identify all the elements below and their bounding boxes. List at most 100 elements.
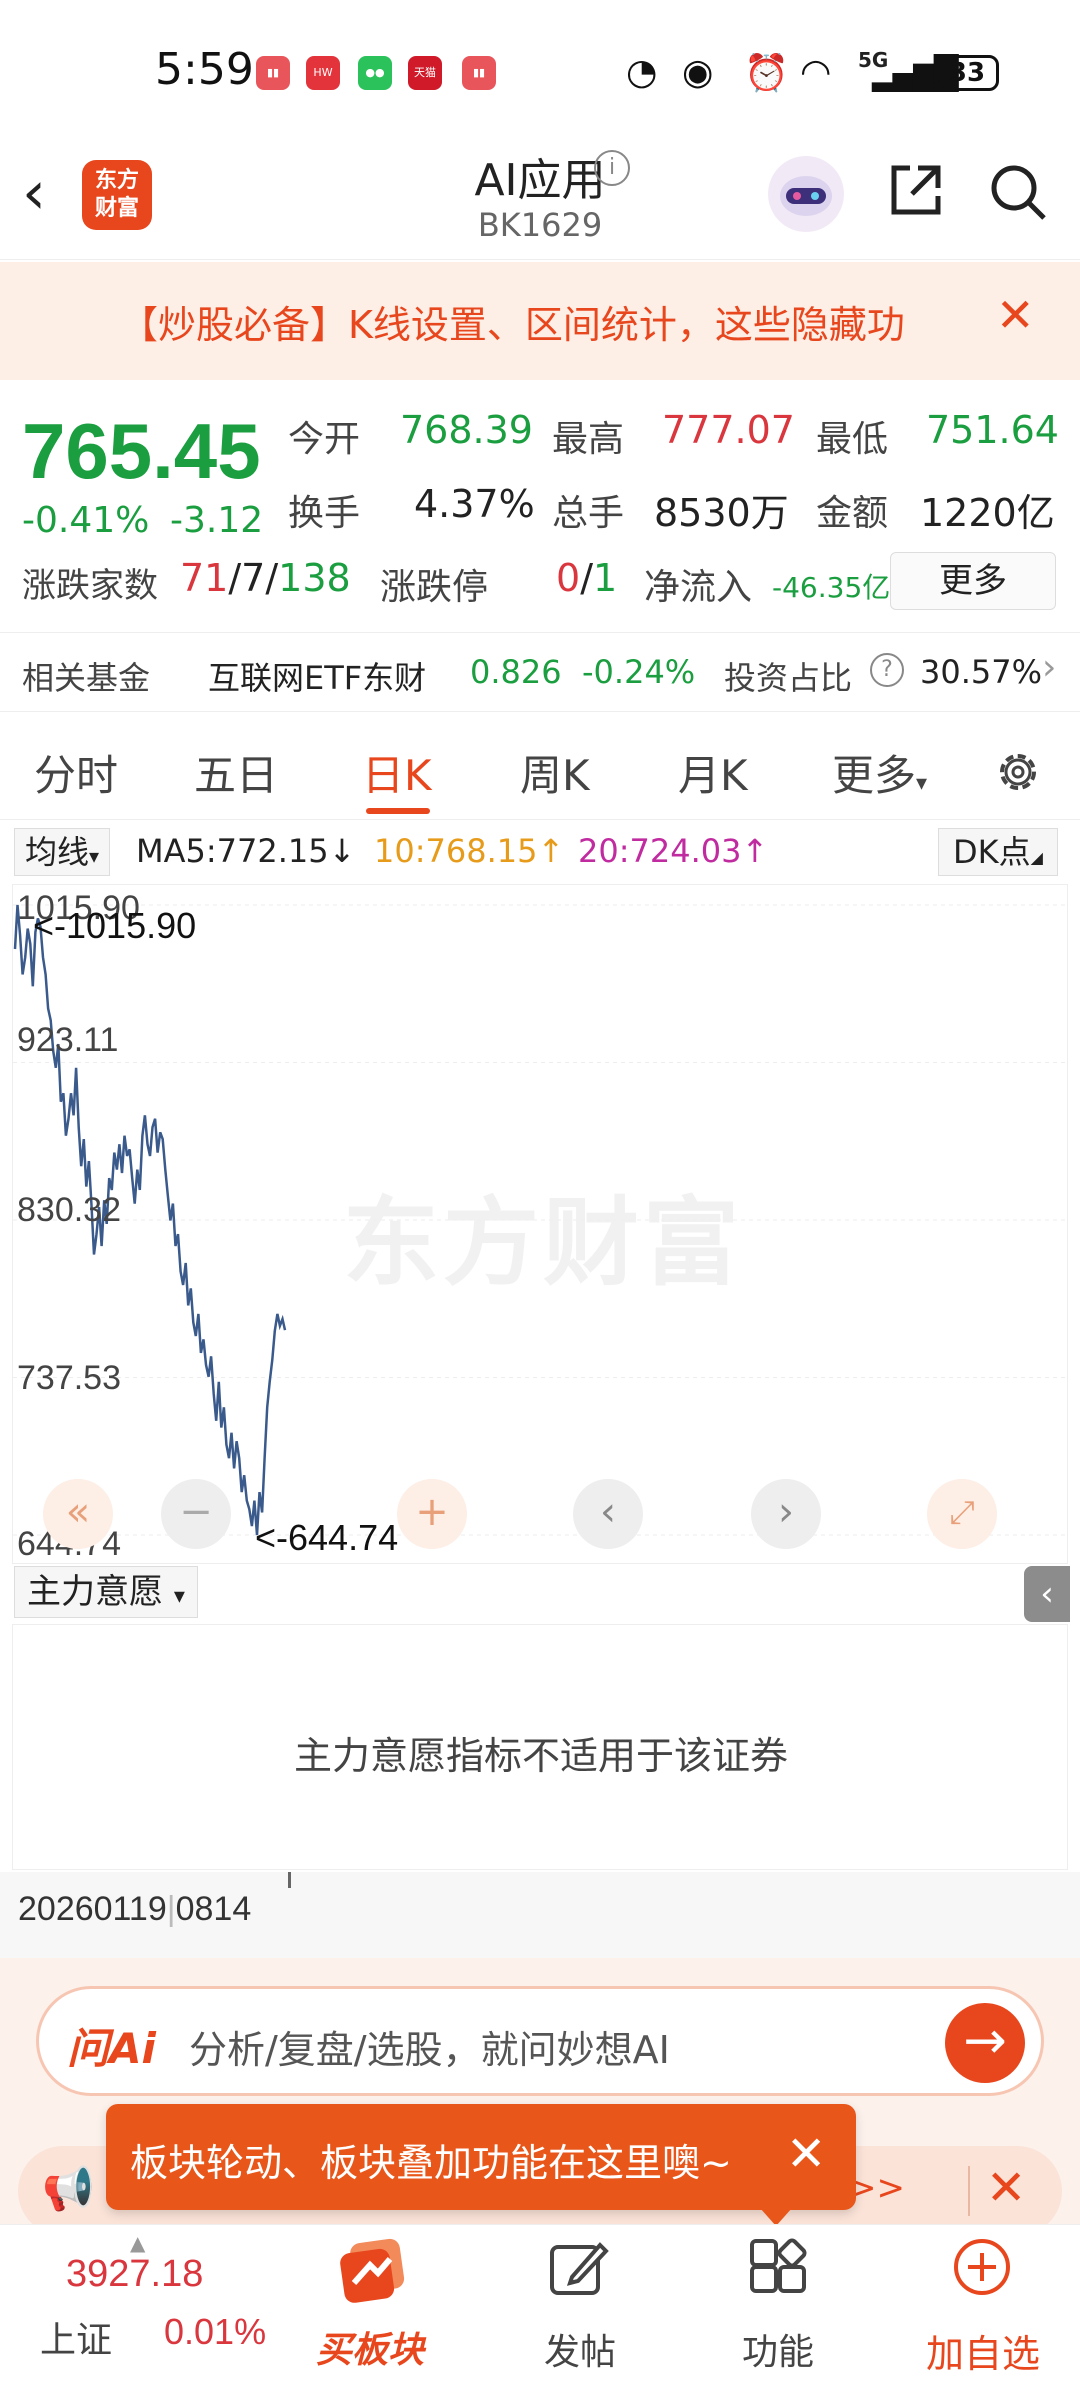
- buy-board-label: 买板块: [316, 2330, 425, 2371]
- tab-weekly-k[interactable]: 周K: [520, 742, 590, 803]
- nav-header: ‹ 东方 财富 AI应用 i BK1629: [0, 130, 1080, 260]
- ai-robot-avatar[interactable]: [768, 156, 844, 232]
- price-chart[interactable]: 东方财富 1015.90 923.11 830.32 737.53 644.74…: [12, 884, 1069, 1564]
- functions-label: 功能: [741, 2332, 814, 2373]
- dk-label: DK点: [953, 833, 1031, 871]
- limit-down: 1: [593, 556, 618, 600]
- turnover-label: 换手: [288, 493, 361, 534]
- ask-ai-logo: 问Ai: [67, 2024, 156, 2073]
- arrow-right-icon[interactable]: →: [945, 2003, 1025, 2083]
- open-value: 768.39: [400, 408, 533, 452]
- y-tick-label: 923.11: [17, 1021, 119, 1059]
- nav-functions[interactable]: 功能: [718, 2225, 838, 2400]
- help-icon[interactable]: ?: [870, 653, 904, 687]
- amount-label: 金额: [816, 493, 889, 534]
- ask-ai-input[interactable]: 分析/复盘/选股，就问妙想AI: [189, 2019, 670, 2074]
- tab-more[interactable]: 更多▾: [832, 742, 927, 803]
- nav-buy-board[interactable]: 买板块: [300, 2225, 440, 2400]
- crosshair-tick: [288, 1872, 291, 1888]
- breadth-label: 涨跌家数: [22, 566, 158, 606]
- limit-values: 0/1: [556, 556, 618, 600]
- zoom-in-icon[interactable]: +: [397, 1479, 467, 1549]
- collapse-tab-icon[interactable]: ‹: [1024, 1566, 1070, 1622]
- ask-ai-bar[interactable]: 问Ai 分析/复盘/选股，就问妙想AI →: [36, 1986, 1044, 2096]
- megaphone-icon: 📢: [42, 2164, 95, 2213]
- close-icon[interactable]: ✕: [986, 2160, 1026, 2216]
- add-watchlist-label: 加自选: [926, 2332, 1041, 2376]
- index-name[interactable]: 上证: [40, 2311, 112, 2363]
- search-icon[interactable]: [986, 160, 1050, 224]
- post-label: 发帖: [543, 2332, 616, 2373]
- ma10-text: 10:768.15: [374, 832, 538, 870]
- promo-banner[interactable]: 【炒股必备】K线设置、区间统计，这些隐藏功 ✕: [0, 262, 1080, 380]
- tab-daily-k[interactable]: 日K: [362, 742, 432, 803]
- tab-intraday[interactable]: 分时: [34, 742, 118, 803]
- nav-add-watchlist[interactable]: 加自选: [912, 2225, 1052, 2400]
- caret-up-icon: ▲: [130, 2231, 146, 2255]
- zoom-out-icon[interactable]: −: [161, 1479, 231, 1549]
- active-tab-indicator: [366, 808, 430, 814]
- limit-label: 涨跌停: [380, 567, 489, 608]
- divider: [968, 2166, 970, 2216]
- ma-select[interactable]: 均线▾: [14, 828, 111, 876]
- breadth-up: 71: [180, 556, 229, 600]
- amount-value: 1220亿: [920, 491, 1055, 535]
- notice-arrow[interactable]: >>: [848, 2168, 905, 2208]
- functions-grid-icon: [750, 2238, 807, 2293]
- dk-point-button[interactable]: DK点◢: [938, 828, 1058, 876]
- info-icon[interactable]: i: [594, 150, 630, 186]
- tab-five-day[interactable]: 五日: [194, 742, 278, 803]
- breadth-flat: 7: [241, 556, 266, 600]
- y-tick-label: 737.53: [17, 1359, 121, 1397]
- ma-select-label: 均线: [25, 833, 90, 871]
- gear-icon[interactable]: [992, 746, 1044, 798]
- wechat-app-icon: ●●: [358, 56, 392, 90]
- expand-icon[interactable]: ⤢: [927, 1479, 997, 1549]
- netflow-label: 净流入: [644, 567, 753, 608]
- related-fund-row[interactable]: 相关基金 互联网ETF东财 0.826 -0.24% 投资占比 ? 30.57%…: [0, 632, 1080, 712]
- arrow-down-icon: ↓: [328, 832, 356, 870]
- low-value: 751.64: [926, 408, 1059, 452]
- ratio-label: 投资占比: [724, 659, 853, 697]
- change-percent: -0.41%: [22, 500, 150, 541]
- fund-name[interactable]: 互联网ETF东财: [208, 653, 426, 699]
- rewind-icon[interactable]: «: [43, 1479, 113, 1549]
- banner-text[interactable]: 【炒股必备】K线设置、区间统计，这些隐藏功: [120, 294, 960, 349]
- indicator-message: 主力意愿指标不适用于该证券: [293, 1734, 788, 1778]
- min-annotation: <-644.74: [255, 1517, 399, 1558]
- indicator-select[interactable]: 主力意愿 ▾: [14, 1566, 198, 1618]
- wifi-icon: ◠: [800, 52, 832, 93]
- netflow-value: -46.35亿: [772, 571, 891, 604]
- share-icon[interactable]: [886, 160, 946, 220]
- breadth-down: 138: [278, 556, 351, 600]
- chevron-right-icon[interactable]: ›: [751, 1479, 821, 1549]
- close-icon[interactable]: ✕: [996, 288, 1035, 342]
- close-icon[interactable]: ✕: [786, 2126, 826, 2182]
- caret-down-icon: ▾: [89, 844, 100, 868]
- start-date: 20260119: [18, 1890, 167, 1928]
- date-range-label: 20260119|0814: [18, 1890, 252, 1928]
- ma5-value: MA5:772.15↓: [136, 832, 355, 870]
- fund-label: 相关基金: [22, 659, 151, 697]
- caret-down-icon: ▾: [173, 1584, 185, 1609]
- more-button[interactable]: 更多: [890, 552, 1056, 610]
- ma20-text: 20:724.03: [578, 832, 742, 870]
- alarm-icon: ⏰: [744, 53, 789, 94]
- reader-app-icon: ▮▮: [462, 56, 496, 90]
- chevron-left-icon[interactable]: ‹: [573, 1479, 643, 1549]
- indicator-label: 主力意愿: [27, 1572, 163, 1612]
- index-value[interactable]: 3927.18: [66, 2253, 203, 2296]
- battery-indicator: 33: [935, 55, 999, 91]
- tab-monthly-k[interactable]: 月K: [678, 742, 748, 803]
- huawei-app-icon: HW: [306, 56, 340, 90]
- high-label: 最高: [552, 419, 625, 460]
- quote-panel: 765.45 -0.41% -3.12 今开 768.39 最高 777.07 …: [0, 380, 1080, 630]
- period-tabs: 分时 五日 日K 周K 月K 更多▾: [0, 724, 1080, 820]
- ma20-value: 20:724.03↑: [578, 832, 768, 870]
- chevron-right-icon[interactable]: ›: [1042, 647, 1056, 688]
- breadth-values: 71/7/138: [180, 556, 351, 600]
- nav-post[interactable]: 发帖: [520, 2225, 640, 2400]
- max-annotation: <-1015.90: [33, 905, 197, 946]
- chart-svg: [13, 904, 1069, 1536]
- date-axis: 20260119|0814: [0, 1872, 1080, 1958]
